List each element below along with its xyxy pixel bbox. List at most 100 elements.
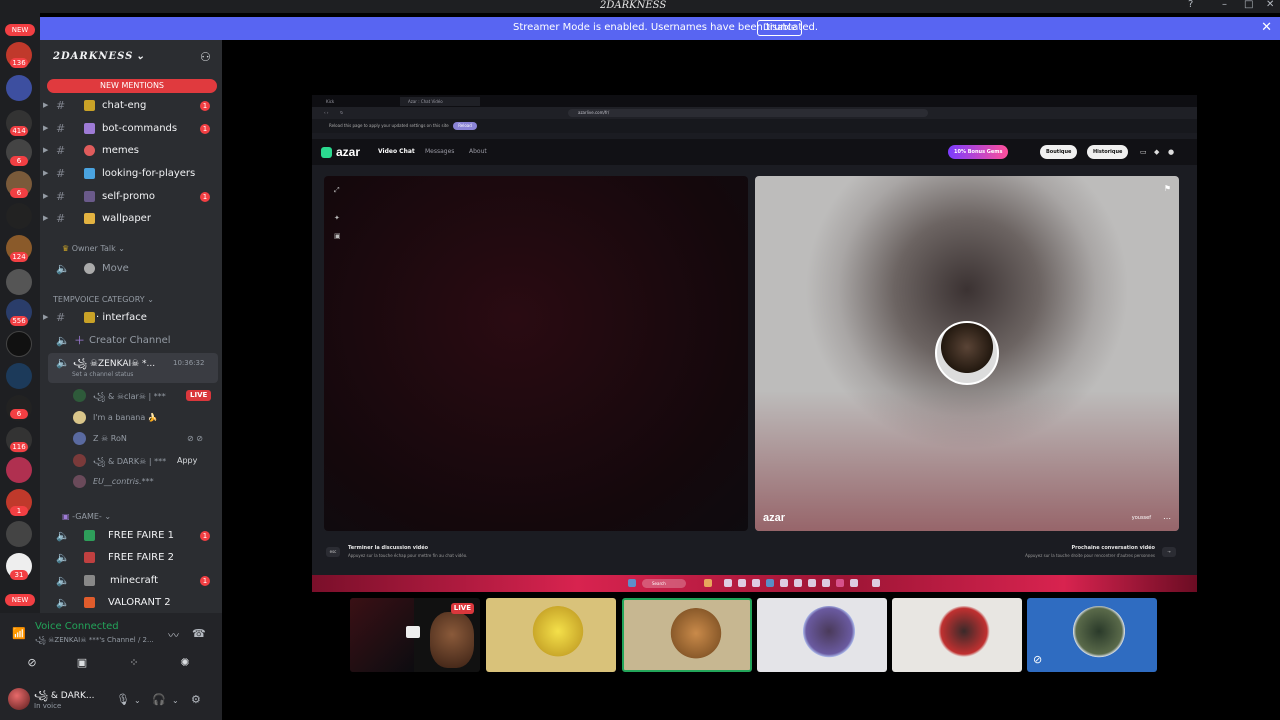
taskbar-app-icon[interactable] (872, 579, 880, 587)
server-icon[interactable] (6, 269, 32, 295)
nav-video-chat[interactable]: Video Chat (378, 148, 415, 155)
taskbar-app-icon[interactable] (808, 579, 816, 587)
taskbar-app-icon[interactable] (822, 579, 830, 587)
next-chat-title[interactable]: Prochaine conversation vidéo (1071, 545, 1155, 551)
chevron-down-icon[interactable]: ⌄ (172, 696, 179, 705)
channel-memes[interactable]: ▶ # memes (40, 141, 222, 161)
channel-status-hint[interactable]: Set a channel status (72, 371, 133, 378)
history-button[interactable]: Historique (1087, 145, 1129, 159)
disable-streamer-button[interactable]: Disable (757, 20, 803, 36)
channel-valorant-2[interactable]: 🔈 VALORANT 2 (40, 593, 222, 613)
maximize-icon[interactable]: □ (1244, 0, 1253, 10)
browser-tab[interactable]: Kick (318, 97, 398, 106)
category-tempvoice[interactable]: TEMPVOICE CATEGORY ⌄ (53, 295, 154, 304)
participant-tile[interactable]: ⊘ (1027, 598, 1157, 672)
report-icon[interactable]: ⚑ (1164, 184, 1171, 193)
voice-channel-path[interactable]: ꧁ ☠ZENKAI☠ ***'s Channel / 2... (35, 635, 154, 649)
noise-suppression-icon[interactable]: 〰 (168, 627, 179, 643)
channel-wallpaper[interactable]: ▶ # wallpaper (40, 209, 222, 229)
category-owner-talk[interactable]: ♛ Owner Talk ⌄ (62, 244, 125, 253)
fullscreen-icon[interactable]: ⤢ (334, 186, 340, 195)
participant-tile-stream[interactable]: LIVE (350, 598, 480, 672)
taskbar-app-icon[interactable] (780, 579, 788, 587)
close-window-icon[interactable]: ✕ (1266, 0, 1274, 10)
guild-header[interactable]: 2DARKNESS ⌄ ⚇ (40, 40, 222, 74)
participant-tile-speaking[interactable] (622, 598, 752, 672)
disconnect-icon[interactable]: ☎ (192, 627, 206, 640)
help-icon[interactable]: ? (1188, 0, 1193, 10)
arrow-right-icon[interactable]: → (1162, 547, 1176, 557)
reload-icon[interactable]: ↻ (332, 108, 343, 117)
voice-user[interactable]: Z ☠ RoN ⊘ ⊘ (40, 429, 222, 449)
taskbar-app-icon[interactable] (704, 579, 712, 587)
new-mentions-pill[interactable]: NEW MENTIONS (47, 79, 217, 93)
gems-promo-button[interactable]: 10% Bonus Gems (948, 145, 1009, 159)
server-icon[interactable] (6, 521, 32, 547)
taskbar-app-icon[interactable] (794, 579, 802, 587)
taskbar-app-icon[interactable] (850, 579, 858, 587)
taskbar-app-icon[interactable] (766, 579, 774, 587)
gear-icon[interactable]: ⚙ (191, 693, 201, 706)
magic-wand-icon[interactable]: ✦ (334, 214, 340, 222)
microphone-icon[interactable]: 🎙 (116, 693, 130, 706)
voice-user[interactable]: ꧁ & ☠clar☠ | *** LIVE (40, 386, 222, 406)
peer-name[interactable]: youssef (1132, 515, 1151, 521)
server-icon[interactable] (6, 457, 32, 483)
url-field[interactable]: azarlive.com/fr/ (568, 109, 928, 117)
soundboard-icon[interactable]: ✺ (165, 656, 205, 672)
shop-button[interactable]: Boutique (1040, 145, 1078, 159)
bell-icon[interactable]: ◆ (1154, 148, 1159, 156)
inbox-icon[interactable]: ▭ (1140, 148, 1147, 156)
esc-key[interactable]: esc (326, 547, 340, 557)
channel-bot-commands[interactable]: ▶ # bot-commands 1 (40, 119, 222, 139)
server-icon[interactable] (6, 203, 32, 229)
browser-tab-active[interactable]: Azar : Chat Vidéo (400, 97, 480, 106)
taskbar-app-icon[interactable] (724, 579, 732, 587)
headphones-icon[interactable]: 🎧 (152, 693, 166, 706)
banner-close-icon[interactable]: ✕ (1261, 20, 1272, 35)
participant-tile[interactable] (757, 598, 887, 672)
minimize-icon[interactable]: – (1222, 0, 1227, 10)
nav-messages[interactable]: Messages (425, 148, 454, 155)
new-unreads-pill[interactable]: NEW (5, 594, 35, 606)
reload-button[interactable]: Reload (453, 122, 477, 130)
end-chat-title[interactable]: Terminer la discussion vidéo (348, 545, 428, 551)
screen-share-icon[interactable]: ▣ (62, 656, 102, 672)
voice-status[interactable]: Voice Connected (35, 621, 119, 632)
taskbar-search[interactable]: Search (642, 579, 686, 588)
server-icon[interactable] (6, 75, 32, 101)
channel-self-promo[interactable]: ▶ # self-promo 1 (40, 187, 222, 207)
channel-interface[interactable]: ▶ # · interface (40, 308, 222, 328)
participant-tile[interactable] (486, 598, 616, 672)
channel-chat-eng[interactable]: ▶ # chat-eng 1 (40, 96, 222, 116)
participant-tile[interactable] (892, 598, 1022, 672)
profile-icon[interactable]: ● (1168, 148, 1174, 156)
taskbar-app-icon[interactable] (752, 579, 760, 587)
camera-off-icon[interactable]: ⊘ (12, 656, 52, 672)
channel-minecraft[interactable]: 🔈 minecraft 1 (40, 571, 222, 591)
taskbar-app-icon[interactable] (738, 579, 746, 587)
voice-user[interactable]: I'm a banana 🍌 (40, 408, 222, 428)
filter-icon[interactable]: ▣ (334, 232, 341, 240)
channel-free-faire-2[interactable]: 🔈 FREE FAIRE 2 (40, 548, 222, 568)
shared-screen[interactable]: Kick Azar : Chat Vidéo ‹ › ↻ azarlive.co… (312, 95, 1197, 592)
activities-icon[interactable]: ⁘ (114, 656, 154, 672)
category-game[interactable]: ▣ -GAME- ⌄ (62, 512, 111, 521)
more-icon[interactable]: ⋯ (1163, 514, 1171, 523)
voice-user[interactable]: EU__contris.*** (40, 472, 222, 492)
channel-active-voice[interactable]: 🔈 ꧁ ☠ZENKAI☠ *... 10:36:32 Set a channel… (48, 353, 218, 383)
nav-about[interactable]: About (469, 148, 487, 155)
server-icon[interactable] (6, 331, 32, 357)
channel-looking-for-players[interactable]: ▶ # looking-for-players (40, 164, 222, 184)
server-icon[interactable] (6, 363, 32, 389)
new-unreads-pill[interactable]: NEW (5, 24, 35, 36)
channel-creator[interactable]: 🔈 ＋ Creator Channel (40, 331, 222, 351)
channel-move[interactable]: 🔈 Move (40, 259, 222, 279)
voice-user[interactable]: ꧁ & DARK☠ | *** Appy (40, 451, 222, 471)
chevron-down-icon[interactable]: ⌄ (134, 696, 141, 705)
avatar[interactable] (8, 688, 30, 710)
back-icon[interactable]: ‹ › (316, 108, 328, 117)
channel-free-faire-1[interactable]: 🔈 FREE FAIRE 1 1 (40, 526, 222, 546)
windows-start-icon[interactable] (628, 579, 636, 587)
add-member-icon[interactable]: ⚇ (200, 50, 211, 64)
